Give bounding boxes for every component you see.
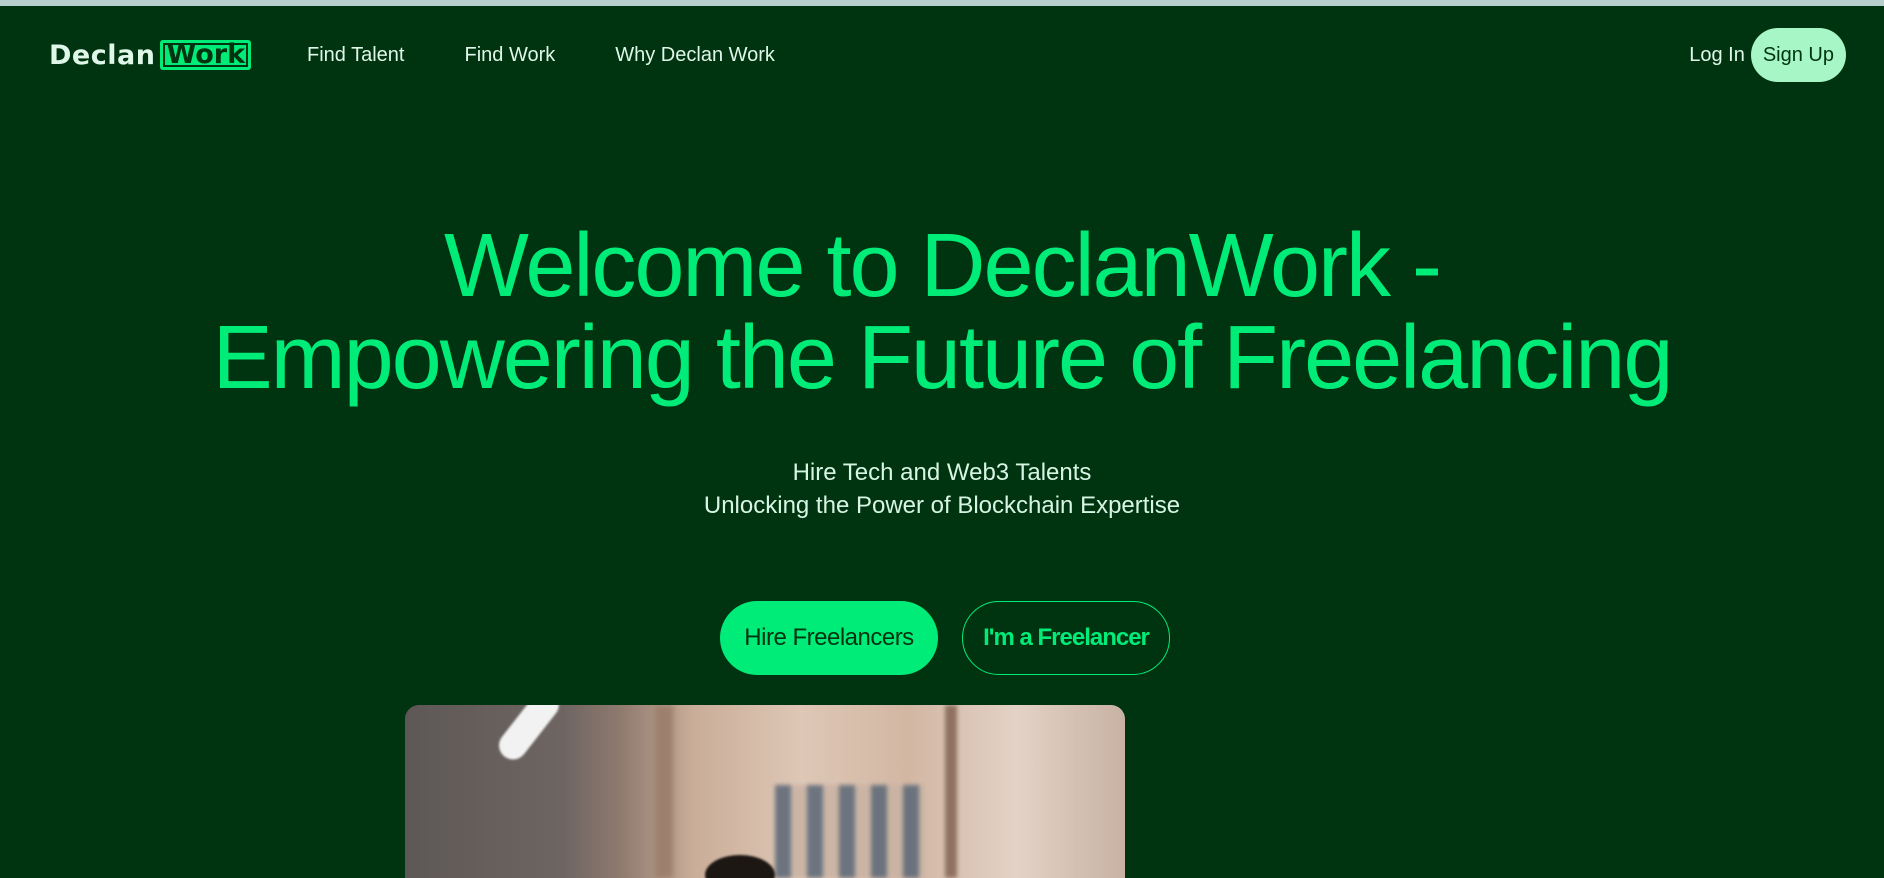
logo-text-declan: Declan [49, 39, 156, 71]
nav-why-declan-work[interactable]: Why Declan Work [615, 42, 775, 68]
photo-beam-left [655, 705, 673, 878]
hire-freelancers-button[interactable]: Hire Freelancers [720, 601, 938, 675]
nav-find-work[interactable]: Find Work [464, 42, 555, 68]
hero-title-line2: Empowering the Future of Freelancing [212, 308, 1674, 408]
login-link[interactable]: Log In [1689, 44, 1745, 67]
hero-cta-group: Hire Freelancers I'm a Freelancer [0, 601, 1884, 675]
hero-subtitle-line2: Unlocking the Power of Blockchain Expert… [703, 492, 1181, 519]
im-a-freelancer-button[interactable]: I'm a Freelancer [962, 601, 1170, 675]
logo-text-work: Work [160, 40, 252, 70]
hero-subtitle: Hire Tech and Web3 Talents Unlocking the… [0, 456, 1884, 522]
hero-image [405, 705, 1125, 878]
photo-person-head [705, 855, 775, 878]
main-nav: Find Talent Find Work Why Declan Work [307, 42, 775, 68]
brand-logo[interactable]: Declan Work [49, 38, 252, 72]
hero-title: Welcome to DeclanWork - Empowering the F… [0, 220, 1884, 404]
hero-title-line1: Welcome to DeclanWork - [444, 216, 1442, 316]
auth-actions: Log In Sign Up [1689, 28, 1846, 82]
photo-beam-right [945, 705, 957, 878]
ceiling-light-shape [493, 705, 565, 766]
hero-subtitle-line1: Hire Tech and Web3 Talents [792, 459, 1092, 486]
signup-button[interactable]: Sign Up [1750, 28, 1846, 82]
photo-window-panes [775, 785, 925, 878]
nav-find-talent[interactable]: Find Talent [307, 42, 404, 68]
